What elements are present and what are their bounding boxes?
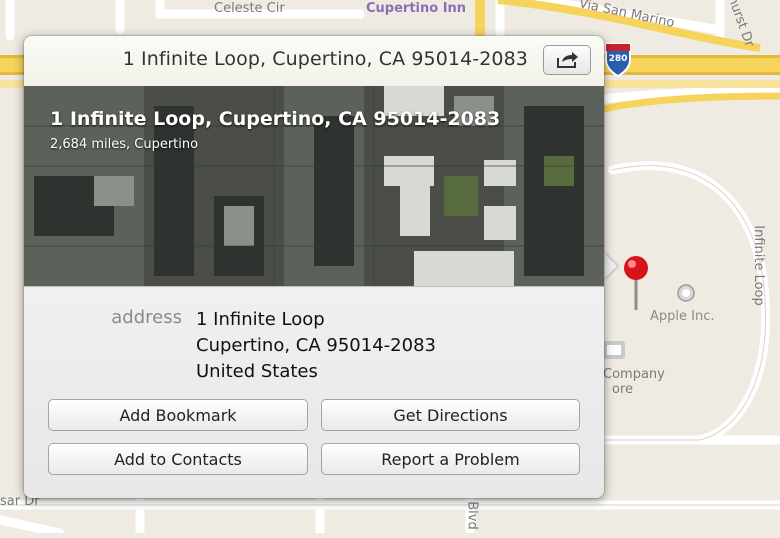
popover-titlebar: 1 Infinite Loop, Cupertino, CA 95014-208… bbox=[24, 36, 604, 87]
address-label: address bbox=[111, 307, 182, 328]
poi-cupertino-inn[interactable]: Cupertino Inn bbox=[366, 1, 466, 16]
address-line-2: Cupertino, CA 95014-2083 bbox=[196, 335, 436, 356]
get-directions-button[interactable]: Get Directions bbox=[321, 399, 580, 431]
popover-title: 1 Infinite Loop, Cupertino, CA 95014-208… bbox=[122, 48, 528, 70]
aerial-image: 1 Infinite Loop, Cupertino, CA 95014-208… bbox=[24, 86, 604, 286]
add-to-contacts-button[interactable]: Add to Contacts bbox=[48, 443, 308, 475]
highway-shield-label: 280 bbox=[608, 54, 628, 64]
report-problem-button[interactable]: Report a Problem bbox=[321, 443, 580, 475]
address-value[interactable]: 1 Infinite Loop Cupertino, CA 95014-2083… bbox=[196, 307, 436, 385]
poi-company-store-line1[interactable]: Company bbox=[603, 367, 665, 382]
street-label-blvd: Blvd bbox=[464, 501, 480, 530]
aerial-address-title: 1 Infinite Loop, Cupertino, CA 95014-208… bbox=[50, 108, 501, 130]
aerial-distance-subtitle: 2,684 miles, Cupertino bbox=[50, 137, 199, 152]
share-icon bbox=[557, 52, 578, 68]
poi-apple-inc[interactable]: Apple Inc. bbox=[650, 309, 715, 324]
address-details: address 1 Infinite Loop Cupertino, CA 95… bbox=[24, 286, 604, 498]
poi-company-store-line2[interactable]: ore bbox=[612, 382, 633, 397]
location-popover: 1 Infinite Loop, Cupertino, CA 95014-208… bbox=[24, 36, 604, 498]
street-label-infinite-loop: Infinite Loop bbox=[750, 225, 766, 306]
add-bookmark-button[interactable]: Add Bookmark bbox=[48, 399, 308, 431]
street-label-celeste: Celeste Cir bbox=[214, 1, 285, 16]
popover-arrow bbox=[603, 252, 617, 280]
address-line-3: United States bbox=[196, 361, 318, 382]
address-line-1: 1 Infinite Loop bbox=[196, 309, 325, 330]
share-button[interactable] bbox=[543, 45, 591, 75]
